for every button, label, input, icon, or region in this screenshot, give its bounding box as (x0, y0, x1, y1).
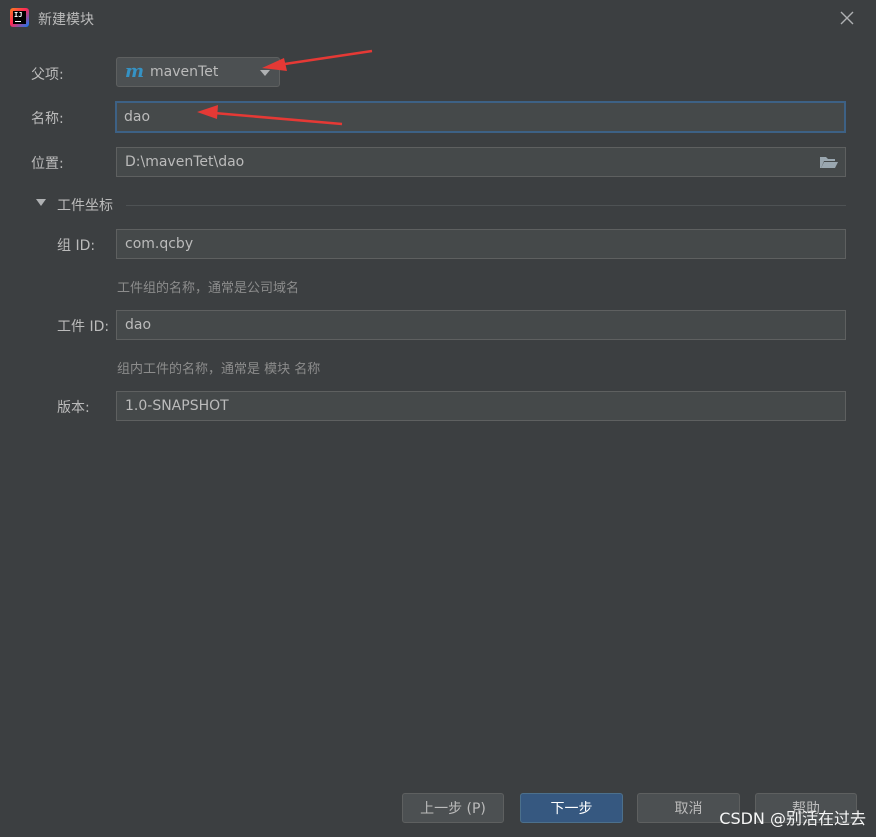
watermark: CSDN @别活在过去 (719, 809, 866, 828)
collapse-toggle-icon[interactable] (36, 199, 46, 206)
artifact-id-label: 工件 ID: (57, 319, 110, 335)
parent-label: 父项: (31, 67, 64, 83)
version-value: 1.0-SNAPSHOT (125, 398, 229, 414)
parent-dropdown[interactable]: m mavenTet (116, 57, 280, 87)
version-input[interactable]: 1.0-SNAPSHOT (116, 391, 846, 421)
window-title: 新建模块 (38, 12, 94, 28)
name-label: 名称: (31, 111, 64, 127)
next-button[interactable]: 下一步 (520, 793, 623, 823)
version-label: 版本: (57, 400, 90, 416)
section-title: 工件坐标 (57, 198, 113, 214)
intellij-idea-icon: IJ (10, 8, 29, 27)
group-id-hint: 工件组的名称，通常是公司域名 (117, 281, 300, 296)
group-id-label: 组 ID: (57, 238, 96, 254)
name-value: dao (124, 109, 151, 125)
location-input[interactable]: D:\mavenTet\dao (116, 147, 846, 177)
close-button[interactable] (832, 5, 862, 31)
maven-module-icon: m (125, 61, 145, 82)
previous-button[interactable]: 上一步 (P) (402, 793, 504, 823)
folder-open-icon[interactable] (819, 154, 839, 174)
title-bar: IJ 新建模块 (0, 0, 876, 38)
artifact-id-value: dao (125, 317, 152, 333)
location-label: 位置: (31, 156, 64, 172)
group-id-input[interactable]: com.qcby (116, 229, 846, 259)
name-input[interactable]: dao (115, 101, 846, 133)
chevron-down-icon (260, 70, 270, 76)
artifact-id-input[interactable]: dao (116, 310, 846, 340)
section-divider (126, 205, 846, 206)
artifact-id-hint: 组内工件的名称，通常是 模块 名称 (117, 362, 321, 377)
parent-value: mavenTet (150, 64, 219, 80)
location-value: D:\mavenTet\dao (125, 154, 245, 170)
close-icon (840, 11, 854, 25)
group-id-value: com.qcby (125, 236, 194, 252)
